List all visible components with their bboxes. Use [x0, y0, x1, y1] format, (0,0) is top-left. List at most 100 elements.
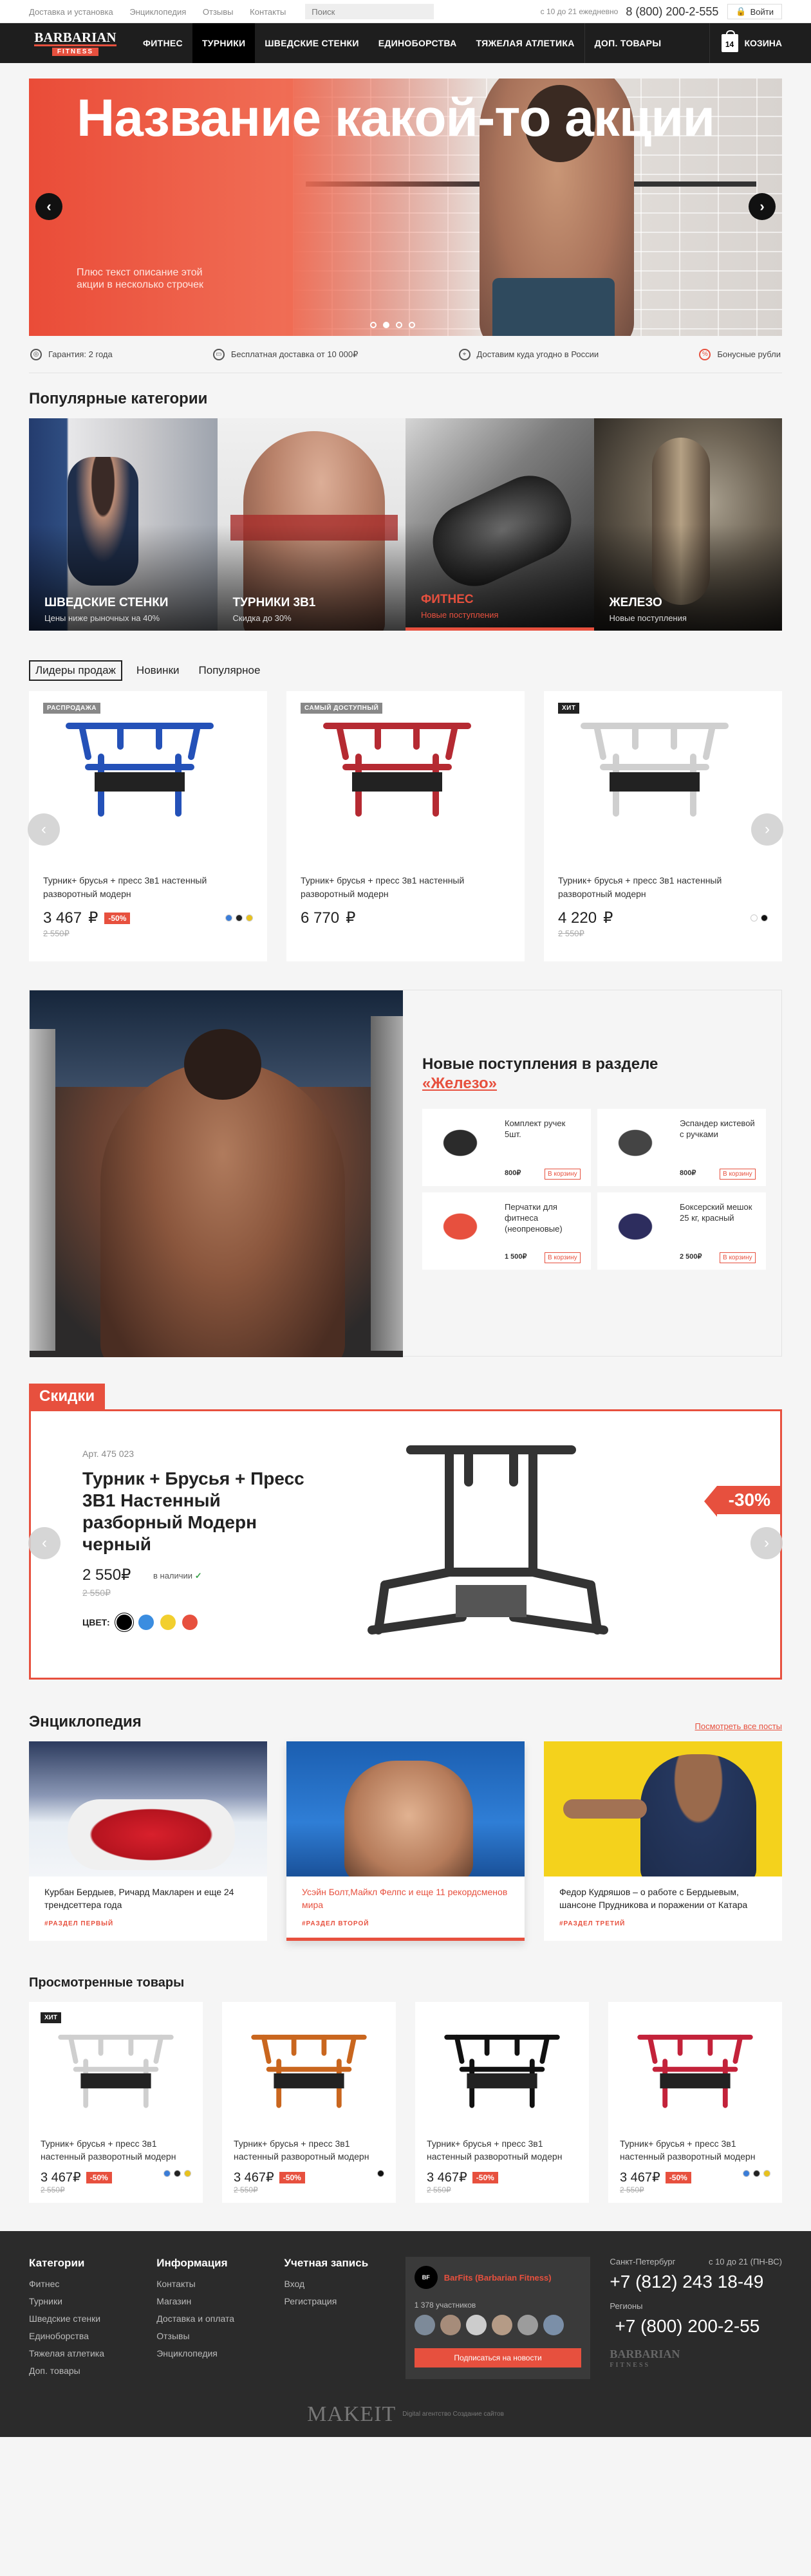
mini-product-card[interactable]: Перчатки для фитнеса (неопреновые) 1 500₽… [422, 1192, 591, 1270]
color-swatch[interactable] [246, 914, 253, 922]
color-swatch[interactable] [761, 914, 768, 922]
nav-wall-bars[interactable]: ШВЕДСКИЕ СТЕНКИ [255, 23, 368, 63]
color-swatch[interactable] [377, 2170, 384, 2177]
color-swatch[interactable] [160, 1615, 176, 1630]
mini-product-name[interactable]: Перчатки для фитнеса (неопреновые) [505, 1201, 582, 1234]
logo[interactable]: BARBARIAN FITNESS [29, 23, 133, 63]
slider-prev-arrow-icon[interactable]: ‹ [28, 813, 60, 846]
footer-logo[interactable]: BARBARIAN FITNESS [610, 2348, 782, 2371]
footer-link[interactable]: Доп. товары [29, 2366, 156, 2376]
footer-link[interactable]: Единоборства [29, 2331, 156, 2341]
hero-dot[interactable] [396, 322, 402, 328]
top-link-delivery[interactable]: Доставка и установка [29, 7, 113, 17]
avatar[interactable] [517, 2315, 538, 2335]
footer-link[interactable]: Регистрация [284, 2296, 411, 2306]
color-swatch[interactable] [138, 1615, 154, 1630]
tab-popular[interactable]: Популярное [194, 662, 266, 680]
avatar[interactable] [440, 2315, 461, 2335]
cart-button[interactable]: 14 КОЗИНА [709, 23, 782, 63]
footer-link[interactable]: Энциклопедия [156, 2348, 284, 2358]
sale-next-arrow-icon[interactable]: › [750, 1527, 783, 1559]
article-card[interactable]: Курбан Бердыев, Ричард Макларен и еще 24… [29, 1741, 267, 1941]
color-swatch[interactable] [174, 2170, 181, 2177]
nav-fitness[interactable]: ФИТНЕС [133, 23, 192, 63]
footer-link[interactable]: Турники [29, 2296, 156, 2306]
nav-pullup-bars[interactable]: ТУРНИКИ [192, 23, 256, 63]
category-fitness[interactable]: ФИТНЕС Новые поступления [406, 418, 594, 631]
product-name[interactable]: Турник+ брусья + пресс 3в1 настенный раз… [620, 2137, 770, 2163]
category-wall-bars[interactable]: ШВЕДСКИЕ СТЕНКИ Цены ниже рыночных на 40… [29, 418, 218, 631]
footer-link[interactable]: Вход [284, 2279, 411, 2289]
tab-new[interactable]: Новинки [131, 662, 185, 680]
add-to-cart-button[interactable]: В корзину [545, 1169, 581, 1180]
category-iron[interactable]: ЖЕЛЕЗО Новые поступления [593, 418, 782, 631]
article-tag[interactable]: #РАЗДЕЛ ПЕРВЫЙ [29, 1915, 267, 1938]
footer-phone-regions[interactable]: +7 (800) 200-2-55 [615, 2316, 782, 2337]
viewed-product-card[interactable]: Турник+ брусья + пресс 3в1 настенный раз… [415, 2002, 589, 2203]
avatar[interactable] [491, 2315, 512, 2335]
add-to-cart-button[interactable]: В корзину [720, 1169, 756, 1180]
add-to-cart-button[interactable]: В корзину [720, 1252, 756, 1263]
color-swatch[interactable] [763, 2170, 770, 2177]
color-swatch[interactable] [163, 2170, 171, 2177]
footer-link[interactable]: Шведские стенки [29, 2313, 156, 2324]
vk-subscribe-button[interactable]: Подписаться на новости [414, 2348, 582, 2368]
top-link-reviews[interactable]: Отзывы [203, 7, 234, 17]
article-tag[interactable]: #РАЗДЕЛ ВТОРОЙ [286, 1915, 525, 1938]
top-link-encyclopedia[interactable]: Энциклопедия [129, 7, 186, 17]
add-to-cart-button[interactable]: В корзину [545, 1252, 581, 1263]
sale-prev-arrow-icon[interactable]: ‹ [28, 1527, 61, 1559]
mini-product-name[interactable]: Эспандер кистевой с ручками [680, 1118, 757, 1140]
mini-product-card[interactable]: Боксерский мешок 25 кг, красный 2 500₽ В к… [597, 1192, 766, 1270]
avatar[interactable] [543, 2315, 564, 2335]
login-button[interactable]: 🔒 Войти [727, 4, 782, 19]
article-tag[interactable]: #РАЗДЕЛ ТРЕТИЙ [544, 1915, 782, 1938]
top-link-contacts[interactable]: Контакты [250, 7, 286, 17]
footer-link[interactable]: Контакты [156, 2279, 284, 2289]
hero-dot[interactable] [383, 322, 389, 328]
tab-bestsellers[interactable]: Лидеры продаж [29, 660, 122, 681]
product-name[interactable]: Турник+ брусья + пресс 3в1 настенный раз… [43, 874, 217, 901]
sale-name[interactable]: Турник + Брусья + Пресс 3В1 Настенный ра… [82, 1468, 314, 1555]
hero-next-arrow-icon[interactable]: › [749, 193, 776, 220]
encyclopedia-all-link[interactable]: Посмотреть все посты [695, 1721, 782, 1731]
viewed-product-card[interactable]: Турник+ брусья + пресс 3в1 настенный раз… [608, 2002, 782, 2203]
vk-group[interactable]: BF BarFits (Barbarian Fitness) [414, 2266, 582, 2289]
color-swatch[interactable] [750, 914, 758, 922]
color-swatch[interactable] [184, 2170, 191, 2177]
footer-phone-spb[interactable]: +7 (812) 243 18-49 [610, 2272, 782, 2292]
mini-product-name[interactable]: Комплект ручек 5шт. [505, 1118, 582, 1140]
hero-dot[interactable] [370, 322, 377, 328]
footer-link[interactable]: Фитнес [29, 2279, 156, 2289]
product-name[interactable]: Турник+ брусья + пресс 3в1 настенный раз… [301, 874, 474, 901]
color-swatch[interactable] [182, 1615, 198, 1630]
color-swatch[interactable] [743, 2170, 750, 2177]
footer-link[interactable]: Доставка и оплата [156, 2313, 284, 2324]
hero-dot[interactable] [409, 322, 415, 328]
search-input[interactable] [305, 4, 434, 19]
color-swatch[interactable] [753, 2170, 760, 2177]
developer-credit[interactable]: MAKEIT Digital агентство Создание сайтов [0, 2402, 811, 2427]
article-card[interactable]: Федор Кудряшов – о работе с Бердыевым, ш… [544, 1741, 782, 1941]
product-name[interactable]: Турник+ брусья + пресс 3в1 настенный раз… [41, 2137, 191, 2163]
product-name[interactable]: Турник+ брусья + пресс 3в1 настенный раз… [558, 874, 732, 901]
product-name[interactable]: Турник+ брусья + пресс 3в1 настенный раз… [427, 2137, 577, 2163]
nav-weightlifting[interactable]: ТЯЖЕЛАЯ АТЛЕТИКА [467, 23, 584, 63]
mini-product-card[interactable]: Эспандер кистевой с ручками 800₽ В корзину [597, 1109, 766, 1186]
footer-link[interactable]: Магазин [156, 2296, 284, 2306]
color-swatch[interactable] [236, 914, 243, 922]
new-arrivals-link[interactable]: «Железо» [422, 1075, 497, 1092]
product-card[interactable]: РАСПРОДАЖА Турник+ брусья + пресс 3в1 нас… [29, 691, 267, 961]
footer-link[interactable]: Тяжелая атлетика [29, 2348, 156, 2358]
color-swatch[interactable] [116, 1615, 132, 1630]
avatar[interactable] [414, 2315, 435, 2335]
viewed-product-card[interactable]: ХИТ Турник+ брусья + пресс 3в1 настенный … [29, 2002, 203, 2203]
nav-extra-goods[interactable]: ДОП. ТОВАРЫ [584, 23, 671, 63]
nav-martial-arts[interactable]: ЕДИНОБОРСТВА [369, 23, 467, 63]
header-phone[interactable]: 8 (800) 200-2-555 [626, 5, 718, 19]
color-swatch[interactable] [225, 914, 232, 922]
viewed-product-card[interactable]: Турник+ брусья + пресс 3в1 настенный раз… [222, 2002, 396, 2203]
mini-product-card[interactable]: Комплект ручек 5шт. 800₽ В корзину [422, 1109, 591, 1186]
article-card[interactable]: Усэйн Болт,Майкл Фелпс и еще 11 рекордсм… [286, 1741, 525, 1941]
avatar[interactable] [465, 2315, 487, 2335]
